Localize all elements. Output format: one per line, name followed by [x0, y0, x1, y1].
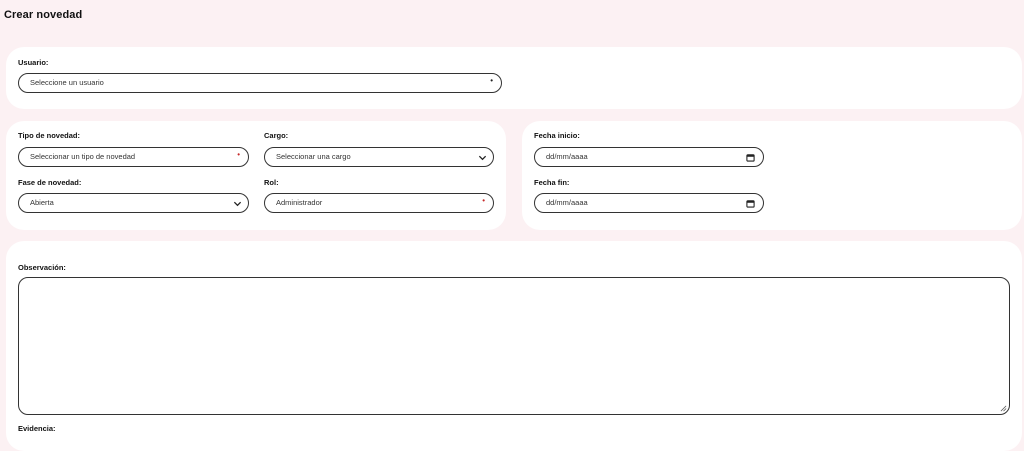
fecha-inicio-input[interactable]: dd/mm/aaaa	[534, 147, 764, 167]
chevron-down-icon	[233, 201, 242, 207]
tipo-novedad-select-value: Seleccionar un tipo de novedad	[30, 152, 136, 161]
required-marker-icon: •	[490, 76, 493, 85]
fecha-inicio-label: Fecha inicio:	[534, 131, 580, 140]
required-marker-icon: •	[482, 196, 485, 205]
page-title: Crear novedad	[4, 9, 83, 21]
calendar-icon[interactable]	[746, 153, 755, 162]
novedad-details-card: Tipo de novedad: Seleccionar un tipo de …	[6, 121, 506, 230]
usuario-select-value: Seleccione un usuario	[30, 78, 104, 87]
observacion-textarea[interactable]	[18, 277, 1010, 415]
usuario-label: Usuario:	[18, 58, 49, 67]
fase-novedad-select[interactable]: Abierta	[18, 193, 249, 213]
cargo-select-value: Seleccionar una cargo	[276, 152, 351, 161]
tipo-novedad-label: Tipo de novedad:	[18, 131, 80, 140]
fecha-fin-value: dd/mm/aaaa	[546, 198, 588, 207]
chevron-down-icon	[478, 155, 487, 161]
fase-novedad-label: Fase de novedad:	[18, 178, 82, 187]
rol-select[interactable]: Administrador •	[264, 193, 494, 213]
usuario-card: Usuario: Seleccione un usuario •	[6, 47, 1022, 109]
resize-grip-icon[interactable]	[1000, 405, 1007, 412]
rol-label: Rol:	[264, 178, 279, 187]
usuario-select[interactable]: Seleccione un usuario •	[18, 73, 502, 93]
fase-novedad-select-value: Abierta	[30, 198, 54, 207]
fecha-inicio-value: dd/mm/aaaa	[546, 152, 588, 161]
observacion-label: Observación:	[18, 263, 66, 272]
fecha-fin-label: Fecha fin:	[534, 178, 570, 187]
calendar-icon[interactable]	[746, 199, 755, 208]
tipo-novedad-select[interactable]: Seleccionar un tipo de novedad •	[18, 147, 249, 167]
observacion-card: Observación: Evidencia:	[6, 241, 1022, 451]
required-marker-icon: •	[237, 150, 240, 159]
fecha-fin-input[interactable]: dd/mm/aaaa	[534, 193, 764, 213]
fechas-card: Fecha inicio: dd/mm/aaaa Fecha fin: dd/m…	[522, 121, 1022, 230]
cargo-label: Cargo:	[264, 131, 289, 140]
rol-select-value: Administrador	[276, 198, 323, 207]
cargo-select[interactable]: Seleccionar una cargo	[264, 147, 494, 167]
